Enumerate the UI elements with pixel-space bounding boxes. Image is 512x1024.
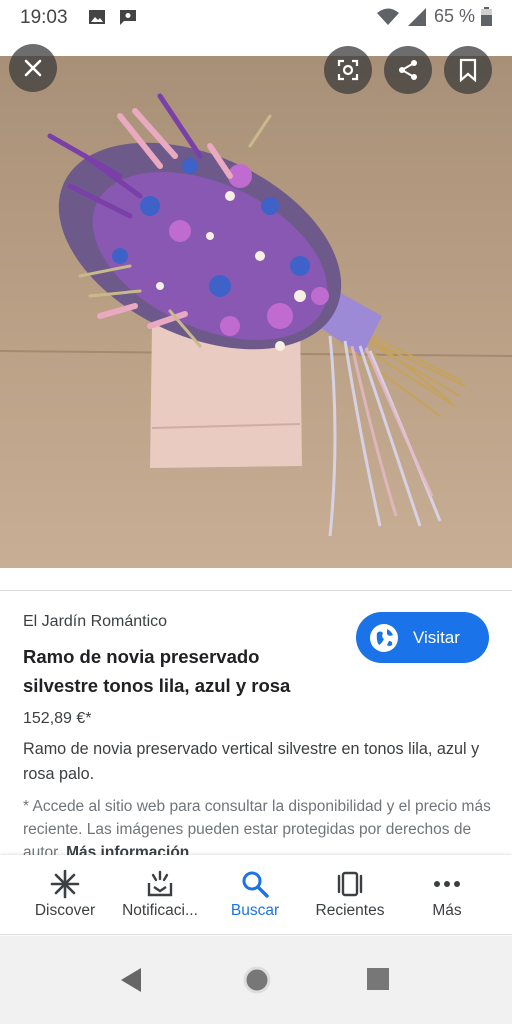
nav-item-search[interactable]: Buscar	[205, 855, 305, 935]
home-icon[interactable]	[243, 966, 271, 994]
nav-item-notifications[interactable]: Notificaci...	[110, 855, 210, 935]
bottom-nav: Discover Notificaci... Buscar Recientes …	[0, 855, 512, 935]
price: 152,89 €*	[23, 710, 92, 727]
chat-icon	[120, 10, 136, 25]
nav-item-more[interactable]: Más	[397, 855, 497, 935]
description: Ramo de novia preservado vertical silves…	[23, 740, 480, 783]
more-icon	[434, 881, 460, 887]
result-title[interactable]: Ramo de novia preservado silvestre tonos…	[23, 642, 323, 700]
close-icon	[24, 59, 42, 77]
share-button[interactable]	[384, 46, 432, 94]
battery-icon	[481, 7, 492, 26]
image-icon	[89, 10, 105, 24]
site-name[interactable]: El Jardín Romántico	[23, 613, 167, 631]
bookmark-button[interactable]	[444, 46, 492, 94]
recents-icon	[337, 871, 363, 897]
visit-button[interactable]: Visitar	[356, 612, 489, 663]
lens-icon	[337, 59, 359, 81]
system-nav-bar	[0, 936, 512, 1024]
battery-percent: 65 %	[433, 6, 475, 26]
nav-label-discover: Discover	[34, 902, 96, 919]
image-viewer	[0, 36, 512, 588]
overview-icon[interactable]	[367, 968, 389, 990]
close-button[interactable]	[9, 44, 57, 92]
nav-item-discover[interactable]: Discover	[15, 855, 115, 935]
back-icon[interactable]	[119, 967, 143, 993]
search-icon	[242, 871, 269, 898]
signal-icon	[407, 7, 426, 26]
nav-label-more: Más	[432, 902, 462, 919]
nav-item-recents[interactable]: Recientes	[300, 855, 400, 935]
nav-label-search: Buscar	[230, 902, 280, 919]
divider	[0, 590, 512, 591]
visit-label: Visitar	[413, 627, 460, 647]
lens-button[interactable]	[324, 46, 372, 94]
bouquet-photo	[0, 56, 512, 568]
share-icon	[399, 60, 417, 80]
wifi-icon	[376, 8, 399, 25]
copyright-notice: * Accede al sitio web para consultar la …	[23, 795, 493, 857]
bookmark-icon	[459, 58, 477, 82]
notifications-icon	[147, 870, 173, 897]
status-time: 19:03	[20, 7, 68, 28]
nav-label-recents: Recientes	[315, 902, 385, 919]
nav-label-notifications: Notificaci...	[122, 902, 198, 919]
asterisk-icon	[50, 869, 80, 899]
globe-icon	[370, 623, 398, 652]
status-bar: 19:03 65 %	[0, 0, 512, 36]
